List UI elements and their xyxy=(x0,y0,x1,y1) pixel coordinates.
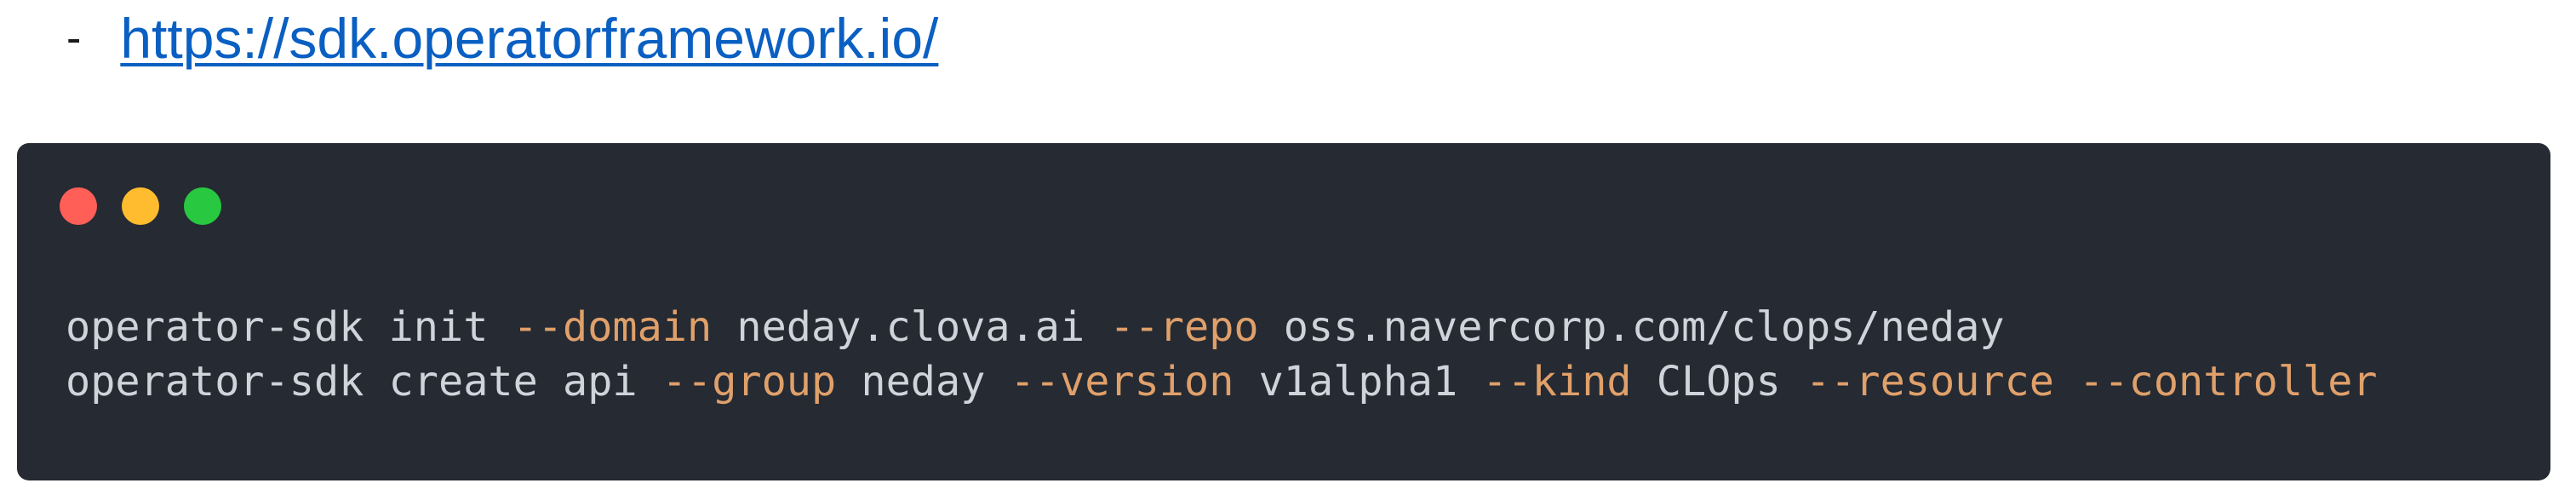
code-text: neday xyxy=(836,358,1010,406)
code-flag: --kind xyxy=(1482,358,1632,406)
code-flag: --controller xyxy=(2079,358,2378,406)
code-flag: --group xyxy=(661,358,837,406)
code-text: CLOps xyxy=(1631,358,1806,406)
code-text: neday.clova.ai xyxy=(712,303,1110,351)
code-text: operator-sdk create api xyxy=(66,358,662,406)
code-line-init: operator-sdk init --domain neday.clova.a… xyxy=(66,300,2378,354)
code-flag: --resource xyxy=(1806,358,2055,406)
list-bullet: - xyxy=(66,14,82,63)
window-controls xyxy=(60,187,221,225)
code-flag: --version xyxy=(1010,358,1234,406)
code-content: operator-sdk init --domain neday.clova.a… xyxy=(66,300,2378,409)
maximize-dot-icon xyxy=(184,187,221,225)
code-line-create-api: operator-sdk create api --group neday --… xyxy=(66,354,2378,409)
link-list-item: - https://sdk.operatorframework.io/ xyxy=(66,0,938,77)
operator-sdk-link[interactable]: https://sdk.operatorframework.io/ xyxy=(120,6,938,71)
minimize-dot-icon xyxy=(122,187,159,225)
code-flag: --repo xyxy=(1109,303,1259,351)
code-text: oss.navercorp.com/clops/neday xyxy=(1258,303,2005,351)
code-text: operator-sdk init xyxy=(66,303,513,351)
close-dot-icon xyxy=(60,187,97,225)
code-block: operator-sdk init --domain neday.clova.a… xyxy=(17,143,2550,480)
code-text: v1alpha1 xyxy=(1234,358,1483,406)
code-flag: --domain xyxy=(512,303,713,351)
